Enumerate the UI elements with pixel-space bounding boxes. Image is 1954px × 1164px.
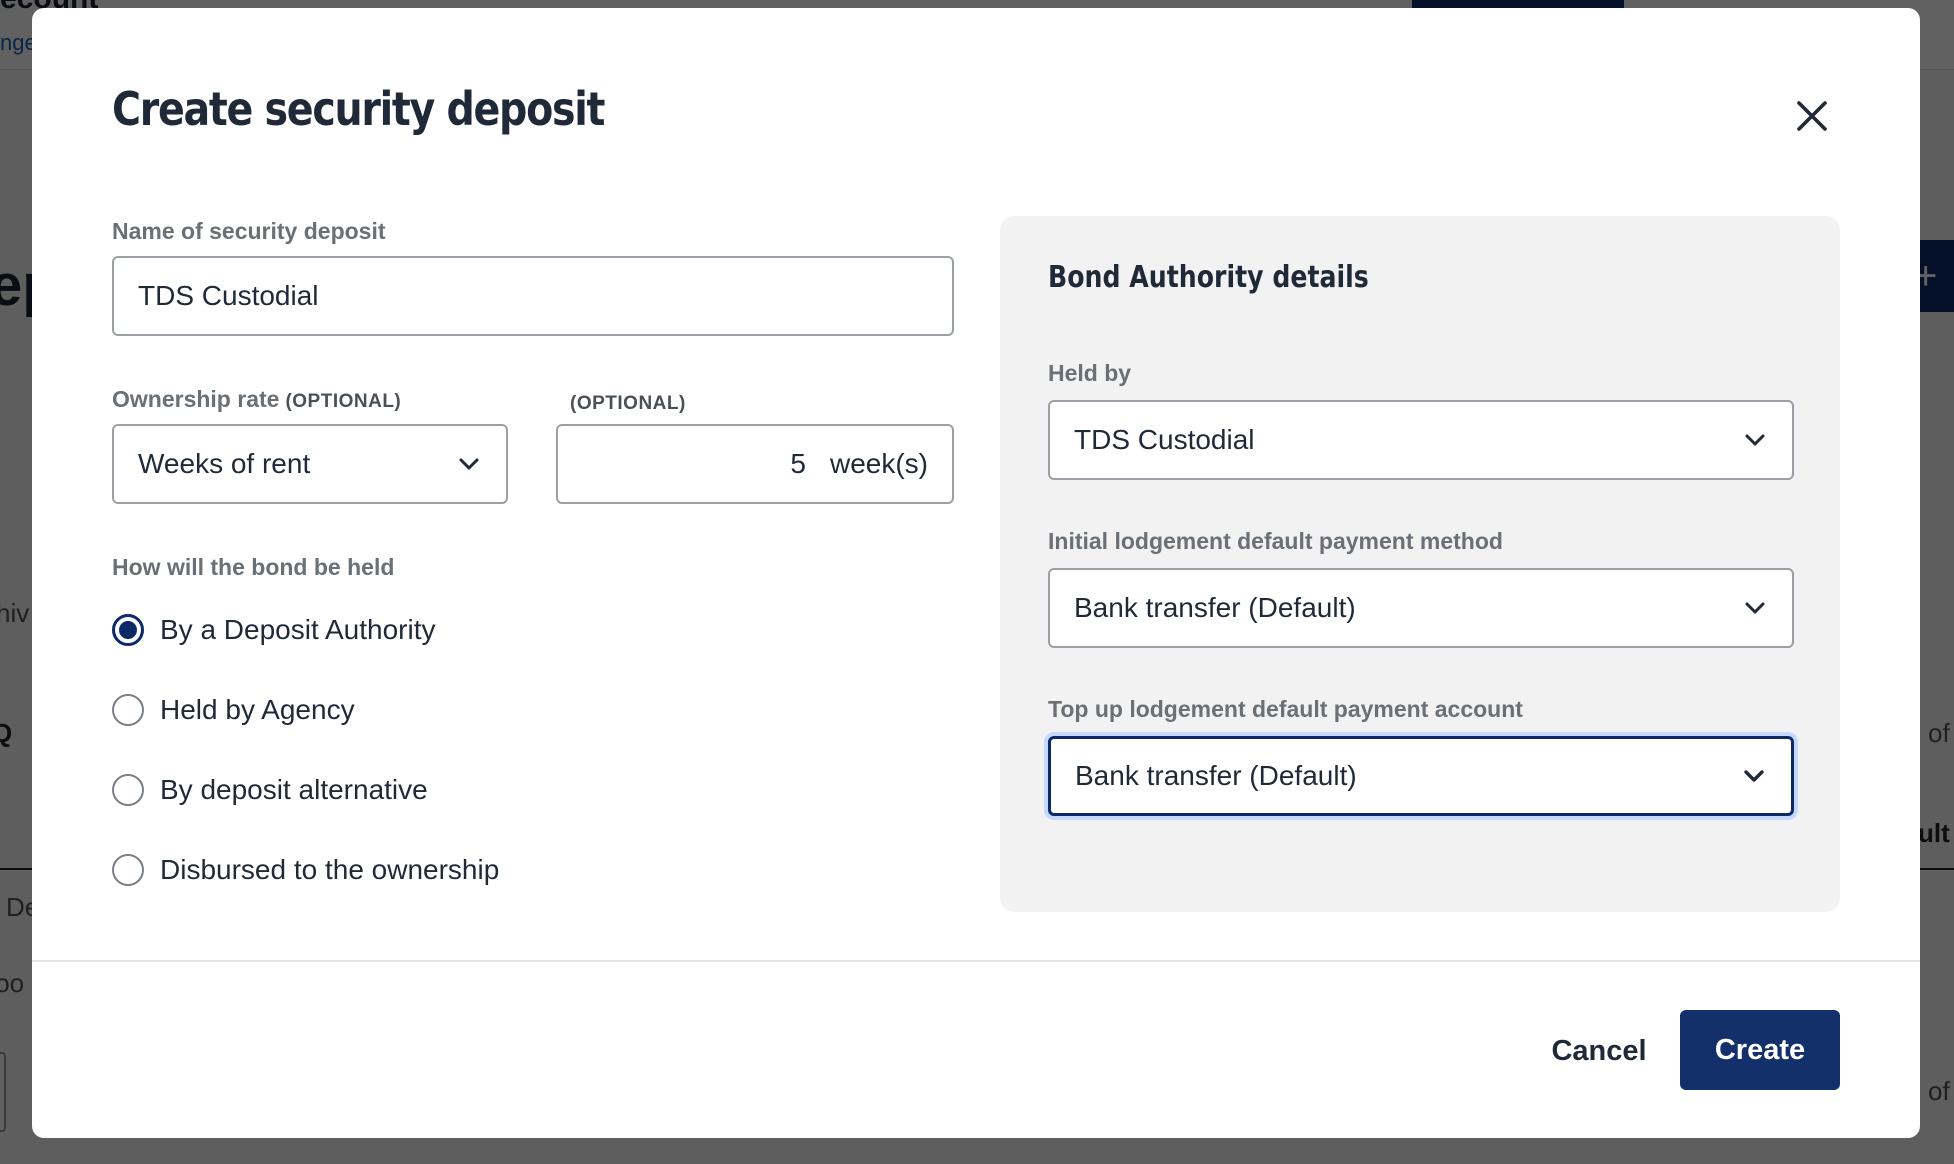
initial-lodgement-select[interactable]: Bank transfer (Default) — [1048, 568, 1794, 648]
radio-button[interactable] — [112, 614, 144, 646]
weeks-unit: week(s) — [829, 448, 928, 479]
ownership-rate-value: Weeks of rent — [138, 448, 311, 479]
radio-deposit-alternative[interactable]: By deposit alternative — [112, 774, 428, 806]
create-button[interactable]: Create — [1680, 1010, 1840, 1090]
optional-tag: (OPTIONAL) — [285, 391, 402, 412]
initial-lodgement-label: Initial lodgement default payment method — [1048, 528, 1503, 554]
weeks-optional-label: (OPTIONAL) — [570, 388, 686, 415]
held-by-value: TDS Custodial — [1074, 424, 1255, 455]
topup-lodgement-label: Top up lodgement default payment account — [1048, 696, 1523, 722]
radio-label: By deposit alternative — [160, 774, 428, 805]
weeks-input[interactable]: 5 week(s) — [556, 424, 954, 504]
initial-lodgement-value: Bank transfer (Default) — [1074, 592, 1356, 623]
ownership-rate-select[interactable]: Weeks of rent — [112, 424, 508, 504]
ownership-rate-label: Ownership rate (OPTIONAL) — [112, 386, 401, 413]
panel-title: Bond Authority details — [1048, 260, 1369, 295]
radio-label: By a Deposit Authority — [160, 614, 436, 645]
chevron-down-icon — [1745, 434, 1765, 446]
bond-authority-panel: Bond Authority details Held by TDS Custo… — [1000, 216, 1840, 912]
bond-held-label: How will the bond be held — [112, 554, 395, 580]
optional-tag: (OPTIONAL) — [570, 393, 686, 414]
topup-lodgement-select[interactable]: Bank transfer (Default) — [1048, 736, 1794, 816]
close-icon — [1797, 101, 1827, 131]
topup-lodgement-value: Bank transfer (Default) — [1075, 760, 1357, 791]
radio-label: Disbursed to the ownership — [160, 854, 500, 885]
close-button[interactable] — [1788, 92, 1836, 140]
chevron-down-icon — [459, 458, 479, 470]
radio-button[interactable] — [112, 774, 144, 806]
radio-deposit-authority[interactable]: By a Deposit Authority — [112, 614, 435, 646]
radio-button[interactable] — [112, 694, 144, 726]
chevron-down-icon — [1744, 770, 1764, 782]
modal-title: Create security deposit — [112, 82, 605, 136]
footer-divider — [32, 960, 1920, 962]
held-by-label: Held by — [1048, 360, 1132, 386]
held-by-select[interactable]: TDS Custodial — [1048, 400, 1794, 480]
cancel-button[interactable]: Cancel — [1522, 1013, 1676, 1089]
weeks-value: 5 — [790, 448, 806, 479]
radio-label: Held by Agency — [160, 694, 355, 725]
ownership-rate-label-text: Ownership rate — [112, 386, 280, 412]
create-security-deposit-modal: Create security deposit Name of security… — [32, 8, 1920, 1138]
deposit-name-input[interactable]: TDS Custodial — [112, 256, 954, 336]
radio-button[interactable] — [112, 854, 144, 886]
chevron-down-icon — [1745, 602, 1765, 614]
name-label: Name of security deposit — [112, 218, 386, 244]
deposit-name-value: TDS Custodial — [138, 280, 319, 311]
radio-disbursed-ownership[interactable]: Disbursed to the ownership — [112, 854, 499, 886]
radio-held-by-agency[interactable]: Held by Agency — [112, 694, 355, 726]
